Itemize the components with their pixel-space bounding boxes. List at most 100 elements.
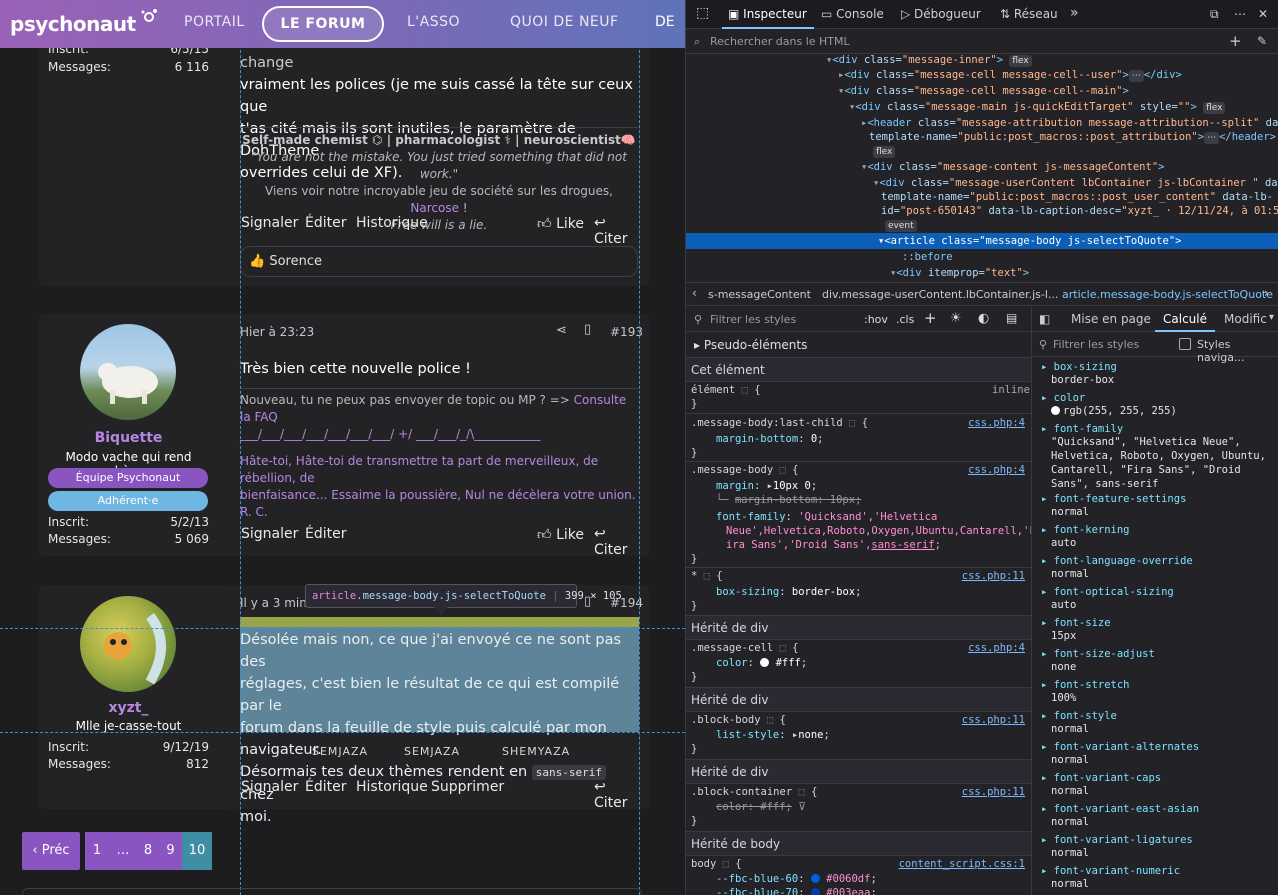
computed-property[interactable]: ▸ font-size-adjust [1041,647,1155,661]
close-icon[interactable]: ✕ [1258,7,1268,21]
report-button[interactable]: Signaler [241,779,298,795]
sidebar-toggle-icon[interactable]: ◧ [1039,312,1050,326]
quote-button[interactable]: ↩ Citer [594,526,639,558]
pager-ellipsis[interactable]: … [109,832,137,870]
computed-property[interactable]: ▸ font-optical-sizing [1041,585,1174,599]
tab-changes[interactable]: Modific [1224,312,1267,326]
nav-le-forum[interactable]: LE FORUM [262,6,384,42]
tree-node[interactable]: ▾<div class="message-main js-quickEditTa… [849,100,1226,114]
pager-page-1[interactable]: 1 [85,832,109,870]
tree-node[interactable]: ▸<div class="message-cell message-cell--… [838,68,1182,82]
reply-box[interactable] [22,888,642,895]
pager-prev[interactable]: ‹ Préc [22,832,80,870]
quote-button[interactable]: ↩ Citer [594,779,639,811]
share-icon[interactable]: ⋖ [556,323,567,338]
computed-property[interactable]: ▸ font-style [1041,709,1117,723]
tab-network[interactable]: ⇅ Réseau [1000,7,1058,21]
source-link[interactable]: css.php:11 [962,714,1025,726]
tree-node[interactable]: ::before [902,250,953,264]
quote-button[interactable]: ↩ Citer [594,215,639,247]
tab-layout[interactable]: Mise en page [1071,312,1151,326]
breadcrumb-item-active[interactable]: article.message-body.js-selectToQuote [1062,288,1273,301]
browser-styles-checkbox[interactable] [1179,338,1191,350]
edit-button[interactable]: Éditer [305,215,346,231]
element-picker-icon[interactable]: ⬚ [696,5,709,21]
username-xyzt[interactable]: xyzt_ [48,700,209,716]
bookmark-icon[interactable]: ▯ [584,322,591,337]
tab-console[interactable]: ▭ Console [821,7,884,21]
computed-property[interactable]: ▸ font-kerning [1041,523,1130,537]
computed-property[interactable]: ▸ color [1041,391,1085,405]
chevron-down-icon[interactable]: ▾ [1269,312,1274,323]
source-link[interactable]: css.php:11 [962,570,1025,582]
pager-page-9[interactable]: 9 [159,832,182,870]
computed-property[interactable]: ▸ font-variant-alternates [1041,740,1199,754]
tree-node[interactable]: ▸<header class="message-attribution mess… [861,116,1278,130]
edit-button[interactable]: Éditer [305,779,346,795]
narcose-link[interactable]: Narcose [410,201,459,215]
print-icon[interactable]: ▤ [1006,311,1017,325]
tree-node[interactable]: ▾<div class="message-inner"> flex [826,53,1032,67]
light-mode-icon[interactable]: ☀ [950,311,962,326]
avatar-xyzt[interactable] [80,596,176,692]
tab-computed[interactable]: Calculé [1163,312,1207,326]
computed-property[interactable]: ▸ font-variant-numeric [1041,864,1180,878]
menu-icon[interactable]: ⋯ [1234,7,1246,21]
computed-property[interactable]: ▸ font-size [1041,616,1111,630]
color-swatch[interactable] [760,658,770,667]
nav-asso[interactable]: L'ASSO [407,14,460,30]
computed-property[interactable]: ▸ font-feature-settings [1041,492,1186,506]
breadcrumb-item[interactable]: div.message-userContent.lbContainer.js-l… [822,288,1058,301]
breadcrumb-right-icon[interactable]: › [1264,286,1269,300]
color-swatch[interactable] [810,888,820,895]
history-button[interactable]: Historique [356,215,428,231]
html-search-input[interactable]: Rechercher dans le HTML [710,35,850,48]
color-swatch[interactable] [810,874,820,883]
nav-quoi-de-neuf[interactable]: QUOI DE NEUF [510,14,619,30]
report-button[interactable]: Signaler [241,526,298,542]
nav-portail[interactable]: PORTAIL [184,14,245,30]
breadcrumb-item[interactable]: s-messageContent [708,288,811,301]
tree-node[interactable]: ▾<div itemprop="text"> [890,266,1029,280]
like-button[interactable]: 👍︎ Like [537,215,584,232]
edit-button[interactable]: Éditer [305,526,346,542]
add-node-icon[interactable]: + [1229,32,1242,50]
delete-button[interactable]: Supprimer [431,779,504,795]
nav-more[interactable]: DE [655,14,675,30]
tree-node[interactable]: ▾<div class="message-content js-messageC… [861,160,1164,174]
add-rule-icon[interactable]: + [924,309,937,327]
more-tabs-icon[interactable]: » [1070,5,1079,21]
source-link[interactable]: content_script.css:1 [899,858,1025,870]
pseudo-elements-toggle[interactable]: ▸ Pseudo-éléments [694,338,807,352]
tab-inspector[interactable]: ▣ Inspecteur [728,7,807,21]
computed-property[interactable]: ▸ font-variant-ligatures [1041,833,1193,847]
computed-property[interactable]: ▸ font-variant-caps [1041,771,1161,785]
site-logo[interactable]: psychonaut [10,12,136,36]
breadcrumb-left-icon[interactable]: ‹ [692,286,697,300]
source-link[interactable]: css.php:4 [968,642,1025,654]
username-biquette[interactable]: Biquette [48,430,209,446]
computed-property[interactable]: ▸ box-sizing [1041,360,1117,374]
computed-property[interactable]: ▸ font-family [1041,422,1123,436]
filter-icon[interactable]: ⊽ [798,801,806,813]
computed-property[interactable]: ▸ font-language-override [1041,554,1193,568]
hov-button[interactable]: :hov [864,313,888,326]
cls-button[interactable]: .cls [896,313,914,326]
computed-property[interactable]: ▸ font-stretch [1041,678,1130,692]
source-link[interactable]: css.php:4 [968,464,1025,476]
pager-page-8[interactable]: 8 [137,832,159,870]
history-button[interactable]: Historique [356,779,428,795]
tree-node[interactable]: ▾<div class="message-userContent lbConta… [873,176,1278,190]
dark-mode-icon[interactable]: ◐ [978,311,989,326]
source-link[interactable]: css.php:4 [968,417,1025,429]
dock-icon[interactable]: ⧉ [1210,7,1219,22]
source-link[interactable]: css.php:11 [962,786,1025,798]
eyedropper-icon[interactable]: ✎ [1257,34,1267,48]
tab-debugger[interactable]: ▷ Débogueur [901,7,981,21]
report-button[interactable]: Signaler [241,215,298,231]
tree-node[interactable]: ▾<div class="message-cell message-cell--… [838,84,1129,98]
filter-styles-input[interactable]: Filtrer les styles [710,313,796,326]
selected-tree-node[interactable]: ▾<article class="message-body js-selectT… [878,234,1181,248]
pager-page-10[interactable]: 10 [182,832,212,870]
filter-computed-input[interactable]: Filtrer les styles [1053,338,1139,351]
